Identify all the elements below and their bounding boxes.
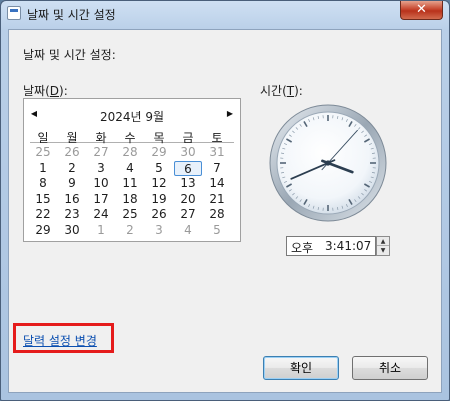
calendar-day[interactable]: 17 xyxy=(87,192,115,207)
calendar-day[interactable]: 1 xyxy=(87,223,115,238)
change-calendar-settings-link[interactable]: 달력 설정 변경 xyxy=(23,332,97,349)
calendar-day[interactable]: 19 xyxy=(145,192,173,207)
calendar-day[interactable]: 26 xyxy=(145,207,173,222)
weekday-header: 수 xyxy=(124,131,136,145)
weekday-header: 월 xyxy=(66,131,78,145)
dialog-heading: 날짜 및 시간 설정: xyxy=(23,48,116,62)
date-label: 날짜(D): xyxy=(23,82,68,99)
weekday-header: 일 xyxy=(37,131,49,145)
calendar-day[interactable]: 8 xyxy=(29,176,57,191)
ampm-value[interactable]: 오후 xyxy=(291,239,313,256)
weekday-header: 목 xyxy=(153,131,165,145)
calendar[interactable]: ◀ 2024년 9월 ▶ 일 월 화 수 목 금 토 25 26 27 28 29 30 31 1 2 3 4 5 6… xyxy=(23,98,241,242)
calendar-day[interactable]: 4 xyxy=(174,223,202,238)
ok-button[interactable]: 확인 xyxy=(263,356,339,380)
calendar-day[interactable]: 9 xyxy=(58,176,86,191)
calendar-day[interactable]: 23 xyxy=(58,207,86,222)
calendar-day[interactable]: 25 xyxy=(116,207,144,222)
calendar-day[interactable]: 13 xyxy=(174,176,202,191)
time-label-mnemonic: T xyxy=(286,84,295,98)
calendar-day[interactable]: 20 xyxy=(174,192,202,207)
calendar-day[interactable]: 6 xyxy=(174,160,202,176)
date-time-settings-window: 날짜 및 시간 설정 ✕ 날짜 및 시간 설정: 날짜(D): 시간(T): ◀… xyxy=(0,0,450,401)
weekday-header: 금 xyxy=(182,131,194,145)
calendar-day[interactable]: 11 xyxy=(116,176,144,191)
calendar-day[interactable]: 5 xyxy=(203,223,231,238)
weekday-header: 화 xyxy=(95,131,107,145)
calendar-day[interactable]: 29 xyxy=(29,223,57,238)
calendar-day[interactable]: 22 xyxy=(29,207,57,222)
calendar-day[interactable]: 29 xyxy=(145,145,173,160)
date-label-mnemonic: D xyxy=(49,84,60,98)
calendar-day[interactable]: 25 xyxy=(29,145,57,160)
weekday-header: 토 xyxy=(211,131,223,145)
time-label-text: 시간( xyxy=(260,84,287,98)
calendar-day[interactable]: 14 xyxy=(203,176,231,191)
calendar-day[interactable]: 3 xyxy=(87,161,115,176)
calendar-day[interactable]: 3 xyxy=(145,223,173,238)
calendar-day[interactable]: 10 xyxy=(87,176,115,191)
calendar-day[interactable]: 7 xyxy=(203,161,231,176)
date-label-suffix: ): xyxy=(59,84,68,98)
time-value[interactable]: 3:41:07 xyxy=(325,239,371,253)
window-icon xyxy=(7,6,21,20)
clock-center-hub xyxy=(325,160,331,166)
calendar-day[interactable]: 30 xyxy=(58,223,86,238)
calendar-day[interactable]: 24 xyxy=(87,207,115,222)
analog-clock xyxy=(269,104,387,222)
time-spinner[interactable]: ▲ ▼ xyxy=(376,236,390,256)
calendar-day[interactable]: 31 xyxy=(203,145,231,160)
time-label: 시간(T): xyxy=(260,82,303,99)
close-button[interactable]: ✕ xyxy=(400,1,443,20)
calendar-day[interactable]: 12 xyxy=(145,176,173,191)
calendar-day[interactable]: 2 xyxy=(116,223,144,238)
calendar-day[interactable]: 28 xyxy=(116,145,144,160)
calendar-day[interactable]: 28 xyxy=(203,207,231,222)
calendar-day[interactable]: 16 xyxy=(58,192,86,207)
cancel-button[interactable]: 취소 xyxy=(352,356,428,380)
calendar-day[interactable]: 26 xyxy=(58,145,86,160)
calendar-day[interactable]: 30 xyxy=(174,145,202,160)
calendar-day[interactable]: 1 xyxy=(29,161,57,176)
window-title: 날짜 및 시간 설정 xyxy=(27,8,116,22)
calendar-month-title[interactable]: 2024년 9월 xyxy=(24,108,240,125)
calendar-day[interactable]: 2 xyxy=(58,161,86,176)
date-label-text: 날짜( xyxy=(23,84,50,98)
calendar-day[interactable]: 5 xyxy=(145,161,173,176)
time-label-suffix: ): xyxy=(294,84,303,98)
calendar-day[interactable]: 15 xyxy=(29,192,57,207)
title-bar[interactable]: 날짜 및 시간 설정 ✕ xyxy=(1,1,449,27)
spin-up-icon[interactable]: ▲ xyxy=(377,237,389,246)
calendar-day[interactable]: 21 xyxy=(203,192,231,207)
dialog-body: 날짜 및 시간 설정: 날짜(D): 시간(T): ◀ 2024년 9월 ▶ 일… xyxy=(8,29,442,393)
time-input[interactable]: 오후 3:41:07 xyxy=(286,236,376,256)
calendar-day[interactable]: 27 xyxy=(87,145,115,160)
calendar-day[interactable]: 18 xyxy=(116,192,144,207)
next-month-icon[interactable]: ▶ xyxy=(225,109,235,118)
spin-down-icon[interactable]: ▼ xyxy=(377,246,389,255)
calendar-day[interactable]: 27 xyxy=(174,207,202,222)
calendar-day[interactable]: 4 xyxy=(116,161,144,176)
